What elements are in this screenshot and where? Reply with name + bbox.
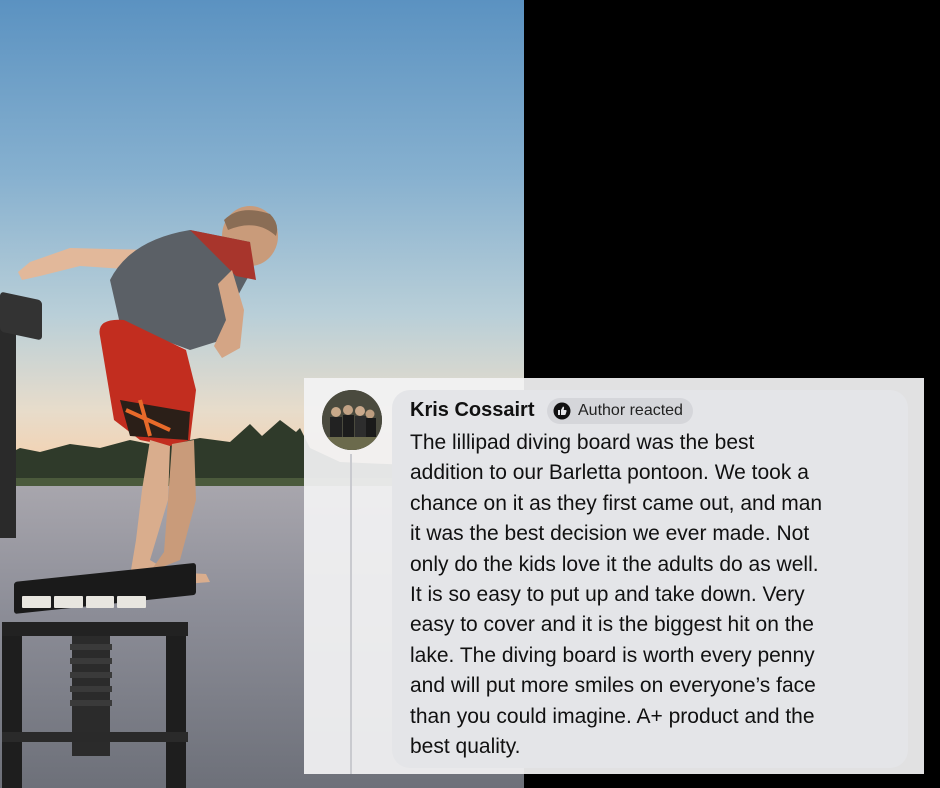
child-jumping-figure (18, 206, 278, 586)
comment-line: and will put more smiles on everyone’s f… (410, 674, 816, 698)
comment-author-name[interactable]: Kris Cossairt (410, 399, 535, 422)
comment-line: addition to our Barletta pontoon. We too… (410, 461, 809, 485)
comment-line: easy to cover and it is the biggest hit … (410, 613, 814, 637)
author-reacted-icon (553, 402, 571, 420)
comment-line: chance on it as they first came out, and… (410, 491, 823, 515)
comment-line: only do the kids love it the adults do a… (410, 552, 819, 576)
author-reacted-badge: Author reacted (547, 398, 693, 424)
comment-text: The lillipad diving board was the best a… (410, 428, 890, 762)
comment-line: The lillipad diving board was the best (410, 431, 755, 454)
comment-line: than you could imagine. A+ product and t… (410, 704, 815, 728)
comment-line: It is so easy to put up and take down. V… (410, 583, 805, 607)
avatar-group-photo-icon (322, 390, 382, 450)
diving-board-labels (22, 596, 146, 608)
author-reacted-label: Author reacted (578, 402, 683, 419)
diving-board-stand (2, 622, 188, 788)
thread-line (350, 454, 352, 774)
comment-line: it was the best decision we ever made. N… (410, 522, 810, 546)
avatar[interactable] (322, 390, 382, 450)
comment-line: lake. The diving board is worth every pe… (410, 643, 815, 667)
comment-line: best quality. (410, 735, 521, 759)
